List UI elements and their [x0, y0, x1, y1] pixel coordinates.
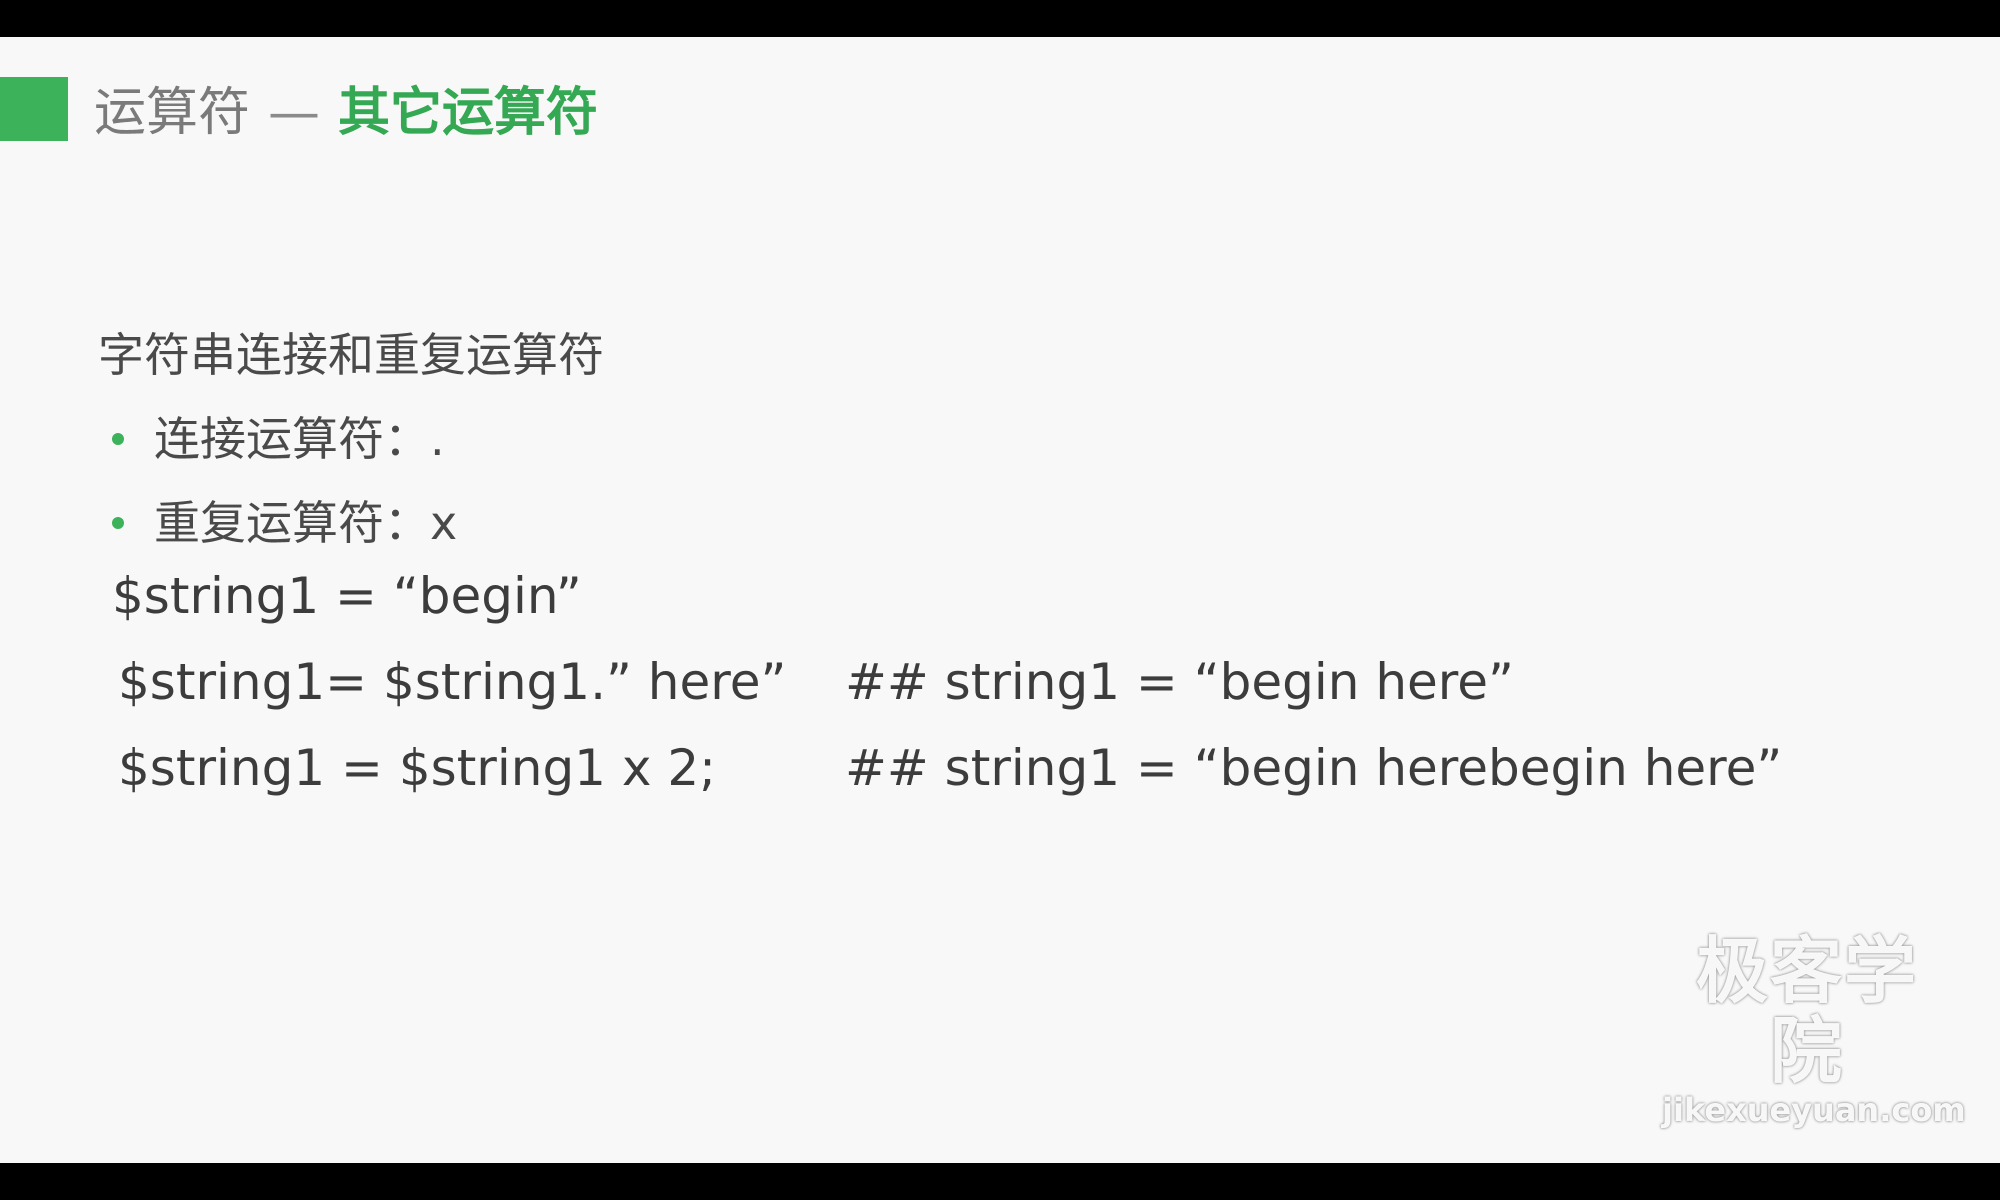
letterbox-top	[0, 0, 2000, 37]
watermark-logo: 极客学院 jikexueyuan.com	[1662, 929, 1966, 1129]
code-comment: ## string1 = “begin herebegin here”	[845, 739, 1783, 797]
watermark-en: jikexueyuan.com	[1662, 1091, 1966, 1129]
bullet-dot-icon	[112, 516, 124, 529]
watermark-cn: 极客学院	[1695, 929, 1918, 1093]
bullet-dot-icon	[112, 432, 124, 445]
bullet-item-repeat: 重复运算符：x	[112, 487, 457, 553]
bullet-item-concat: 连接运算符：.	[112, 403, 445, 469]
code-line: $string1 = $string1 x 2;	[118, 739, 717, 797]
code-comment: ## string1 = “begin here”	[845, 653, 1514, 711]
code-line: $string1 = “begin”	[112, 567, 582, 625]
section-heading: 字符串连接和重复运算符	[98, 328, 604, 382]
bullet-text: 连接运算符：.	[154, 412, 445, 466]
bullet-text: 重复运算符：x	[154, 496, 458, 550]
code-line: $string1= $string1.” here”	[118, 653, 787, 711]
slide: 运算符 — 其它运算符 字符串连接和重复运算符 连接运算符：. 重复运算符：x $s…	[0, 37, 2000, 1163]
letterbox-bottom	[0, 1163, 2000, 1200]
